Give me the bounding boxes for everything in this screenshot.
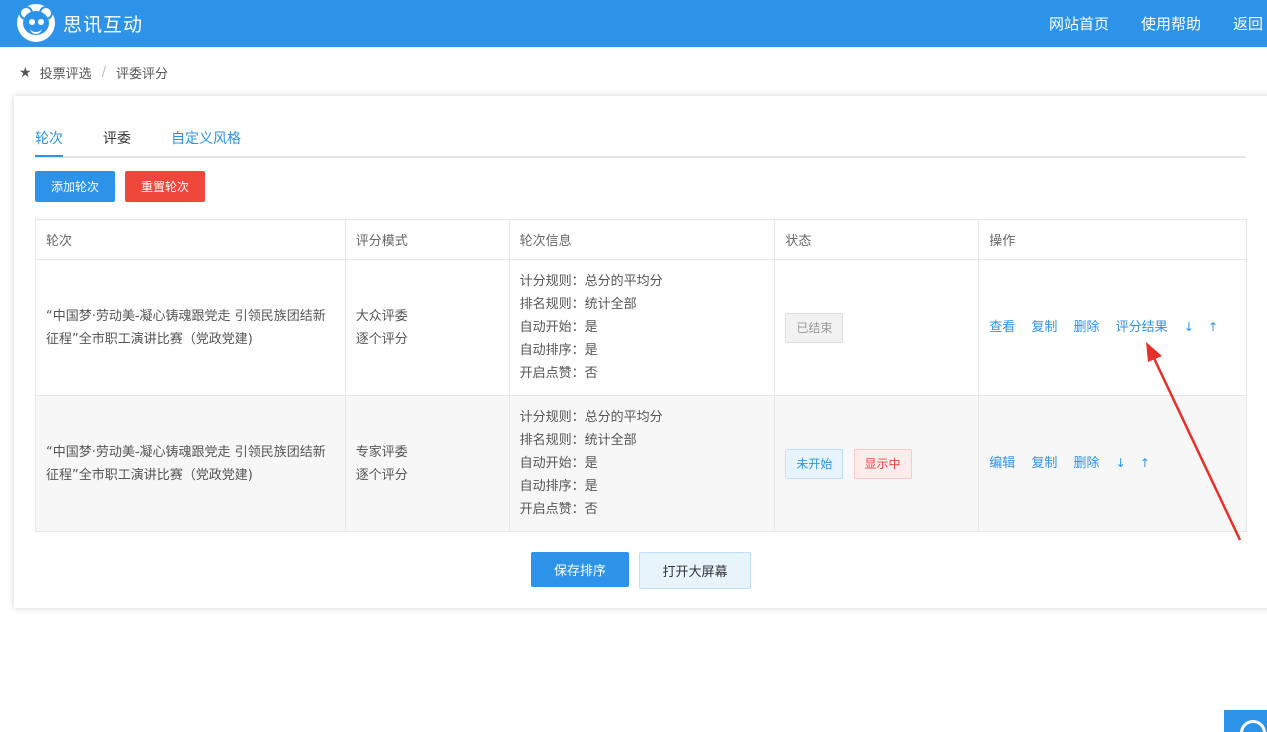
info-line: 计分规则：总分的平均分: [519, 274, 663, 289]
annotation-arrow-icon: [1146, 342, 1242, 541]
round-info: 计分规则：总分的平均分 排名规则：统计全部 自动开始：是 自动排序：是 开启点赞…: [508, 259, 776, 396]
status-badge-not-started: 未开始: [785, 448, 844, 479]
save-order-button[interactable]: 保存排序: [531, 552, 629, 587]
breadcrumb-separator: /: [101, 65, 106, 80]
logo[interactable]: 思讯互动: [17, 4, 143, 42]
info-line: 计分规则：总分的平均分: [519, 410, 663, 425]
search-icon[interactable]: [1224, 710, 1267, 732]
top-nav: 网站首页 使用帮助 返回: [1017, 0, 1267, 47]
info-line: 开启点赞：否: [519, 502, 598, 517]
info-line: 开启点赞：否: [519, 366, 598, 381]
status-badge-ended: 已结束: [785, 312, 844, 343]
score-results-link[interactable]: 评分结果: [1116, 320, 1168, 335]
nav-home-link[interactable]: 网站首页: [1049, 13, 1109, 34]
tab-rounds[interactable]: 轮次: [35, 128, 63, 157]
info-line: 自动开始：是: [519, 456, 598, 471]
round-info: 计分规则：总分的平均分 排名规则：统计全部 自动开始：是 自动排序：是 开启点赞…: [508, 395, 776, 532]
col-header-round: 轮次: [35, 219, 346, 260]
round-name: “中国梦·劳动美-凝心铸魂跟党走 引领民族团结新征程”全市职工演讲比赛（党政党建…: [35, 395, 346, 532]
bear-logo-icon: [17, 4, 55, 42]
col-header-status: 状态: [774, 219, 980, 260]
scoring-method: 逐个评分: [355, 467, 408, 483]
judge-type: 专家评委: [355, 444, 408, 460]
edit-link[interactable]: 编辑: [989, 456, 1015, 471]
info-line: 自动开始：是: [519, 320, 598, 335]
scoring-method: 逐个评分: [355, 331, 408, 347]
col-header-actions: 操作: [978, 219, 1247, 260]
nav-help-link[interactable]: 使用帮助: [1141, 13, 1201, 34]
round-status: 未开始 显示中: [774, 395, 980, 532]
table-row: “中国梦·劳动美-凝心铸魂跟党走 引领民族团结新征程”全市职工演讲比赛（党政党建…: [35, 395, 1247, 532]
round-name: “中国梦·劳动美-凝心铸魂跟党走 引领民族团结新征程”全市职工演讲比赛（党政党建…: [35, 259, 346, 396]
tab-bar: 轮次 评委 自定义风格: [35, 126, 1246, 158]
status-badge-showing: 显示中: [853, 448, 912, 479]
judge-type: 大众评委: [355, 308, 408, 324]
table-header-row: 轮次 评分模式 轮次信息 状态 操作: [35, 219, 1247, 260]
brand-name: 思讯互动: [63, 13, 144, 36]
tab-judges[interactable]: 评委: [103, 128, 131, 155]
delete-link[interactable]: 删除: [1074, 456, 1100, 471]
star-icon: ★: [19, 64, 32, 81]
col-header-mode: 评分模式: [344, 219, 510, 260]
nav-back-link[interactable]: 返回: [1233, 13, 1263, 34]
view-link[interactable]: 查看: [989, 320, 1015, 335]
sort-down-icon[interactable]: ↓: [1116, 456, 1126, 470]
main-panel: 轮次 评委 自定义风格 添加轮次 重置轮次 轮次 评分模式 轮次信息 状态 操作…: [14, 96, 1267, 608]
top-bar: 思讯互动 网站首页 使用帮助 返回: [0, 0, 1267, 47]
info-line: 排名规则：统计全部: [519, 297, 637, 312]
scoring-mode: 大众评委 逐个评分: [344, 259, 510, 396]
delete-link[interactable]: 删除: [1074, 320, 1100, 335]
info-line: 自动排序：是: [519, 343, 598, 358]
breadcrumb-voting[interactable]: 投票评选: [40, 63, 92, 82]
sort-down-icon[interactable]: ↓: [1184, 320, 1194, 334]
open-big-screen-button[interactable]: 打开大屏幕: [639, 552, 751, 589]
breadcrumb: ★ 投票评选 / 评委评分: [19, 63, 168, 83]
col-header-info: 轮次信息: [508, 219, 776, 260]
reset-round-button[interactable]: 重置轮次: [125, 171, 205, 202]
info-line: 排名规则：统计全部: [519, 433, 637, 448]
add-round-button[interactable]: 添加轮次: [35, 171, 115, 202]
tab-custom-style[interactable]: 自定义风格: [171, 128, 241, 155]
rounds-table: 轮次 评分模式 轮次信息 状态 操作 “中国梦·劳动美-凝心铸魂跟党走 引领民族…: [35, 219, 1247, 532]
table-row: “中国梦·劳动美-凝心铸魂跟党走 引领民族团结新征程”全市职工演讲比赛（党政党建…: [35, 259, 1247, 396]
copy-link[interactable]: 复制: [1031, 456, 1057, 471]
round-status: 已结束: [774, 259, 980, 396]
scoring-mode: 专家评委 逐个评分: [344, 395, 510, 532]
breadcrumb-judges: 评委评分: [115, 67, 168, 82]
copy-link[interactable]: 复制: [1031, 320, 1057, 335]
sort-up-icon[interactable]: ↑: [1208, 320, 1218, 334]
info-line: 自动排序：是: [519, 479, 598, 494]
